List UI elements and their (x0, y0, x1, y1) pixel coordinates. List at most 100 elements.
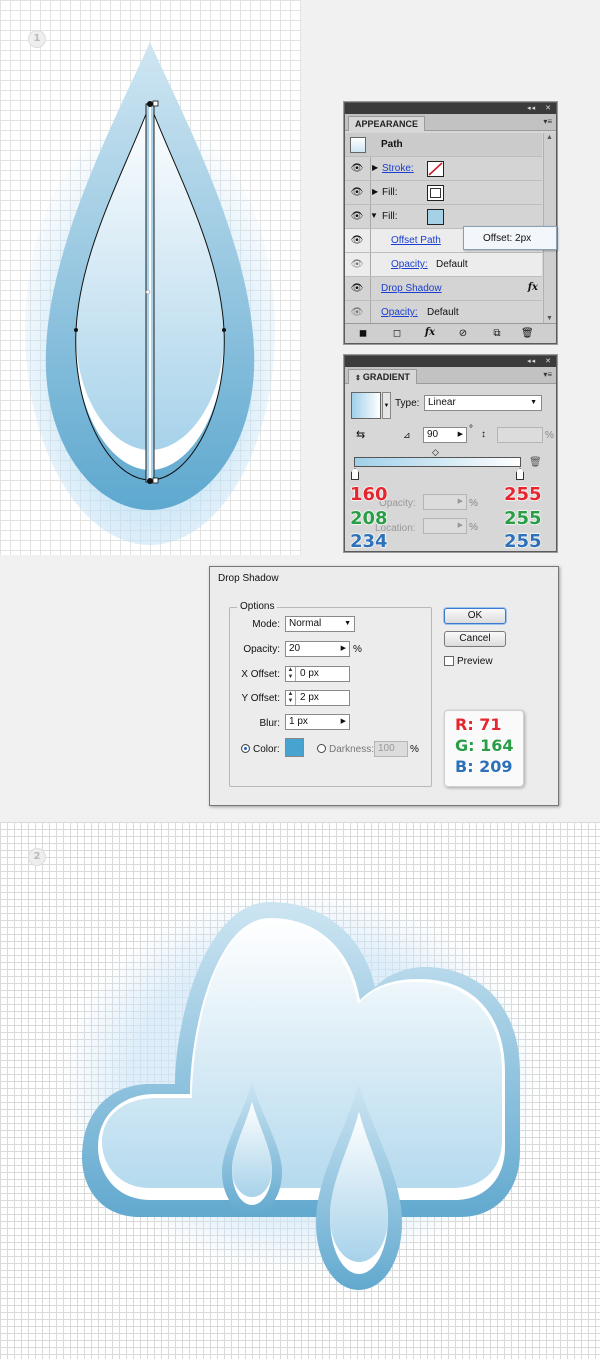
opacity-unit: % (353, 644, 362, 655)
x-offset-label: X Offset: (241, 669, 280, 680)
gradient-stop-left[interactable] (351, 468, 359, 480)
add-stroke-icon[interactable]: ◻ (391, 328, 403, 340)
type-select[interactable]: Linear ▼ (424, 395, 542, 411)
aspect-ratio-input[interactable] (497, 427, 543, 443)
ok-button[interactable]: OK (444, 608, 506, 624)
appearance-header-row[interactable]: Path (345, 133, 542, 157)
darkness-radio[interactable] (317, 744, 326, 753)
add-fx-icon[interactable]: fx (424, 327, 436, 339)
drop-shadow-label[interactable]: Drop Shadow (381, 283, 442, 294)
expand-arrow-icon[interactable]: ▶ (372, 163, 378, 172)
gradient-panel-titlebar[interactable]: ◂◂ ✕ (345, 356, 556, 367)
appearance-tabbar: APPEARANCE ▾≡ (345, 114, 556, 131)
appearance-row-fill-1[interactable]: 👁 ▶ Fill: (345, 181, 542, 205)
dialog-title: Drop Shadow (218, 573, 279, 584)
degree-symbol: ° (469, 424, 473, 435)
angle-input[interactable]: 90 ▶ (423, 427, 467, 443)
appearance-panel: ◂◂ ✕ APPEARANCE ▾≡ Path 👁 ▶ Stroke: 👁 ▶ … (344, 102, 557, 344)
appearance-row-opacity-2[interactable]: 👁 Opacity: Default (345, 301, 542, 325)
darkness-input[interactable]: 100 (374, 741, 408, 757)
reverse-gradient-icon[interactable]: ⇆ (356, 428, 372, 442)
y-offset-input[interactable]: ▲ ▼ 2 px (285, 690, 350, 706)
location-input[interactable]: ▶ (423, 518, 467, 534)
eye-icon[interactable]: 👁 (349, 233, 365, 248)
panel-menu-icon[interactable]: ▾≡ (543, 117, 552, 126)
gradient-thumbnail-dropdown[interactable]: ▼ (382, 392, 391, 419)
gradient-stop-right[interactable] (516, 468, 524, 480)
panel-menu-icon[interactable]: ▾≡ (543, 370, 552, 379)
scroll-down-icon[interactable]: ▼ (546, 315, 553, 322)
fill-2-label[interactable]: Fill: (382, 211, 398, 222)
offset-path-label[interactable]: Offset Path (391, 235, 441, 246)
anchor-center (145, 289, 151, 295)
gradient-thumbnail[interactable] (351, 392, 381, 419)
rgb-callout: R: 71 G: 164 B: 209 (444, 710, 524, 787)
fx-icon[interactable]: fx (528, 282, 538, 293)
type-label: Type: (395, 398, 420, 409)
x-offset-input[interactable]: ▲ ▼ 0 px (285, 666, 350, 682)
clear-appearance-icon[interactable]: ⊘ (457, 328, 469, 340)
appearance-panel-titlebar[interactable]: ◂◂ ✕ (345, 103, 556, 114)
right-stop-b: 255 (504, 531, 543, 553)
eye-icon[interactable]: 👁 (349, 185, 365, 200)
mode-label: Mode: (252, 619, 280, 630)
options-legend: Options (237, 601, 278, 612)
opacity-label: Opacity: (243, 644, 280, 655)
right-stop-g: 255 (504, 508, 543, 530)
new-art-basic-icon[interactable]: ◼ (357, 328, 369, 340)
expand-arrow-icon[interactable]: ▶ (372, 187, 378, 196)
trash-icon[interactable]: 🗑 (521, 328, 534, 340)
eye-icon[interactable]: 👁 (349, 281, 365, 296)
fill-1-swatch[interactable] (427, 185, 444, 201)
fill-2-swatch[interactable] (427, 209, 444, 225)
gradient-slider[interactable] (354, 457, 521, 467)
stroke-swatch-none[interactable] (427, 161, 444, 177)
collapse-icon[interactable]: ◂◂ (527, 358, 536, 365)
eye-icon[interactable]: 👁 (349, 209, 365, 224)
fill-1-label[interactable]: Fill: (382, 187, 398, 198)
left-stop-r: 160 (350, 484, 389, 506)
collapse-icon[interactable]: ◂◂ (527, 105, 536, 112)
offset-tooltip-text: Offset: 2px (483, 233, 532, 244)
path-thumbnail (350, 137, 366, 153)
opacity-1-label[interactable]: Opacity: (391, 259, 428, 270)
opacity-2-label[interactable]: Opacity: (381, 307, 418, 318)
delete-stop-icon[interactable]: 🗑 (529, 457, 542, 468)
eye-icon[interactable]: 👁 (349, 161, 365, 176)
handle-top (152, 100, 159, 107)
appearance-row-stroke[interactable]: 👁 ▶ Stroke: (345, 157, 542, 181)
gradient-panel: ◂◂ ✕ ⇕ GRADIENT ▾≡ ▼ Type: Linear ▼ ⇆ ⊿ … (344, 355, 557, 553)
opacity-input[interactable]: ▶ (423, 494, 467, 510)
x-offset-stepper[interactable]: ▲ ▼ (286, 667, 296, 681)
cancel-button[interactable]: Cancel (444, 631, 506, 647)
scroll-up-icon[interactable]: ▲ (546, 134, 553, 141)
appearance-row-opacity-1[interactable]: 👁 Opacity: Default (345, 253, 542, 277)
color-label: Color: (253, 744, 280, 755)
duplicate-item-icon[interactable]: ⧉ (491, 328, 503, 340)
y-offset-stepper[interactable]: ▲ ▼ (286, 691, 296, 705)
cloud-rain-illustration (60, 892, 540, 1290)
close-icon[interactable]: ✕ (545, 105, 552, 112)
left-stop-g: 208 (350, 508, 389, 530)
color-radio[interactable] (241, 744, 250, 753)
opacity-input[interactable]: 20 ▶ (285, 641, 350, 657)
offset-tooltip: Offset: 2px (463, 226, 557, 250)
preview-checkbox[interactable] (444, 656, 454, 666)
appearance-row-drop-shadow[interactable]: 👁 Drop Shadow fx (345, 277, 542, 301)
blur-input[interactable]: 1 px ▶ (285, 714, 350, 730)
shadow-color-swatch[interactable] (285, 738, 304, 757)
tab-appearance[interactable]: APPEARANCE (348, 116, 426, 131)
eye-icon[interactable]: 👁 (349, 257, 365, 272)
shadow-b: B: 209 (455, 757, 514, 777)
tab-gradient[interactable]: ⇕ GRADIENT (348, 369, 417, 384)
shadow-g: G: 164 (455, 736, 514, 756)
mode-select[interactable]: Normal ▼ (285, 616, 355, 632)
stroke-label[interactable]: Stroke: (382, 163, 414, 174)
path-header-label: Path (381, 139, 403, 150)
location-percent: % (469, 522, 478, 533)
preview-label: Preview (457, 656, 493, 667)
darkness-label: Darkness: (329, 744, 375, 755)
close-icon[interactable]: ✕ (545, 358, 552, 365)
collapse-arrow-icon[interactable]: ▼ (370, 211, 378, 220)
eye-icon[interactable]: 👁 (349, 305, 365, 320)
